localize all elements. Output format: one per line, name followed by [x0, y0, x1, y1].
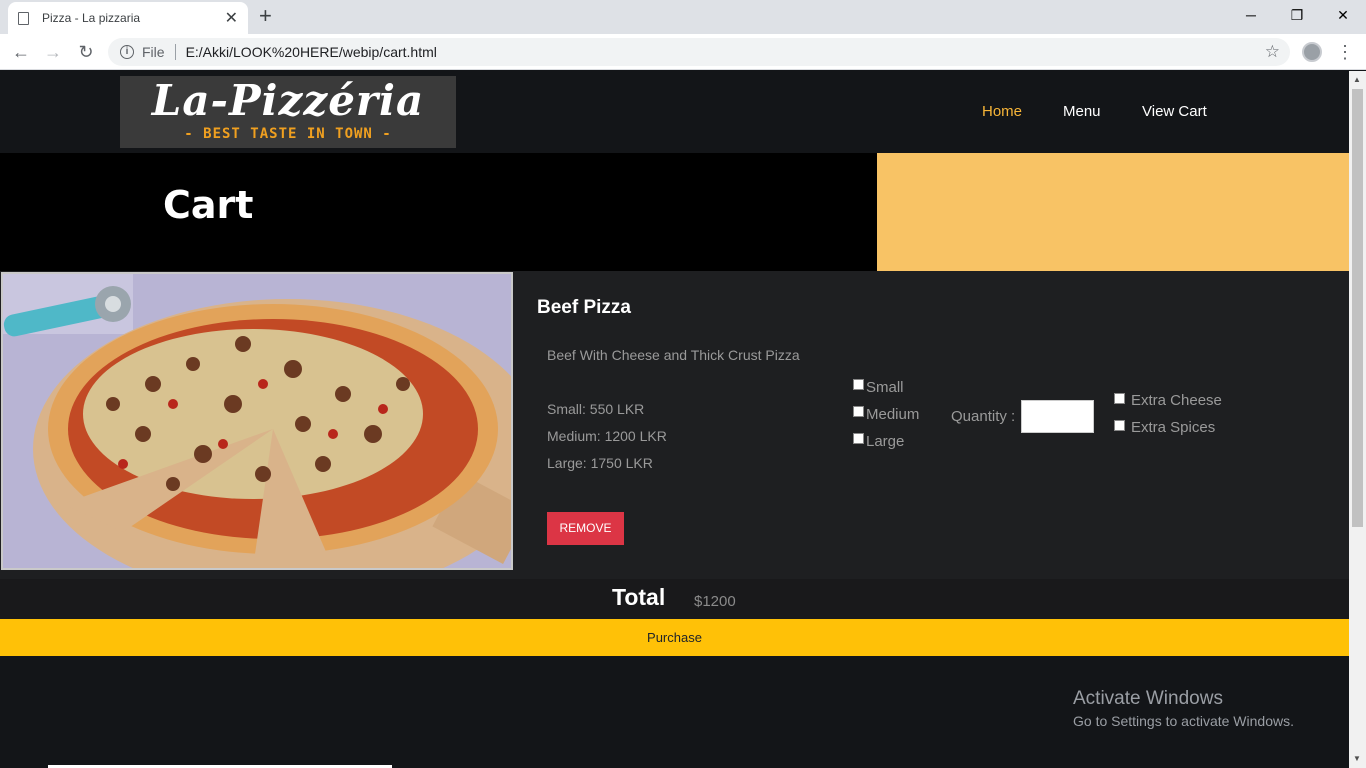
url-text[interactable]: E:/Akki/LOOK%20HERE/webip/cart.html [186, 44, 1265, 60]
quantity-input[interactable] [1021, 400, 1094, 433]
logo-tagline: - BEST TASTE IN TOWN - [184, 126, 392, 142]
total-row: Total $1200 [0, 579, 1349, 619]
product-name: Beef Pizza [537, 297, 631, 318]
total-value: $1200 [694, 593, 736, 610]
logo-name: La-Pizzéria [151, 76, 425, 125]
size-small-checkbox[interactable] [853, 379, 864, 390]
extra-cheese-checkbox[interactable] [1114, 393, 1125, 404]
page-viewport: La-Pizzéria - BEST TASTE IN TOWN - Home … [0, 71, 1349, 768]
price-large: Large: 1750 LKR [547, 455, 653, 471]
price-small: Small: 550 LKR [547, 401, 645, 417]
size-large-label: Large [866, 433, 905, 450]
price-medium: Medium: 1200 LKR [547, 428, 667, 444]
size-option-medium[interactable]: Medium [853, 406, 919, 423]
reload-icon[interactable]: ↻ [73, 39, 99, 65]
browser-tab[interactable]: Pizza - La pizzaria ✕ [8, 2, 248, 34]
hero-accent-block [877, 153, 1349, 271]
site-logo[interactable]: La-Pizzéria - BEST TASTE IN TOWN - [120, 76, 456, 148]
size-medium-checkbox[interactable] [853, 406, 864, 417]
scroll-up-icon[interactable]: ▲ [1353, 75, 1361, 84]
hero-banner [0, 153, 877, 271]
tab-title: Pizza - La pizzaria [42, 11, 141, 25]
page-title: Cart [163, 183, 254, 227]
extra-spices-option[interactable]: Extra Spices [1114, 419, 1215, 436]
nav-view-cart[interactable]: View Cart [1142, 103, 1207, 120]
quantity-label: Quantity : [951, 408, 1016, 425]
back-icon[interactable]: ← [8, 39, 34, 65]
extra-cheese-label: Extra Cheese [1131, 392, 1222, 409]
browser-toolbar: ← → ↻ i File E:/Akki/LOOK%20HERE/webip/c… [0, 34, 1366, 70]
info-icon[interactable]: i [120, 45, 134, 59]
site-header: La-Pizzéria - BEST TASTE IN TOWN - Home … [0, 71, 1349, 153]
size-option-small[interactable]: Small [853, 379, 904, 396]
watermark-subtitle: Go to Settings to activate Windows. [1073, 713, 1294, 729]
page-icon [18, 11, 29, 25]
page-scrollbar[interactable]: ▲ ▼ [1349, 71, 1366, 768]
remove-button[interactable]: REMOVE [547, 512, 624, 545]
total-label: Total [612, 584, 666, 610]
cart-item: Beef Pizza Beef With Cheese and Thick Cr… [0, 271, 1349, 579]
size-large-checkbox[interactable] [853, 433, 864, 444]
product-description: Beef With Cheese and Thick Crust Pizza [547, 347, 800, 363]
nav-menu[interactable]: Menu [1063, 103, 1101, 120]
extra-spices-checkbox[interactable] [1114, 420, 1125, 431]
bookmark-star-icon[interactable]: ☆ [1265, 42, 1280, 62]
address-bar[interactable]: i File E:/Akki/LOOK%20HERE/webip/cart.ht… [108, 38, 1290, 66]
scroll-down-icon[interactable]: ▼ [1353, 754, 1361, 763]
omnibox-divider [174, 44, 176, 60]
file-label: File [142, 44, 165, 60]
size-small-label: Small [866, 379, 904, 396]
forward-icon[interactable]: → [40, 39, 66, 65]
extra-spices-label: Extra Spices [1131, 419, 1216, 436]
purchase-button[interactable]: Purchase [0, 619, 1349, 656]
browser-menu-icon[interactable]: ⋮ [1336, 40, 1354, 64]
pizza-illustration [3, 274, 511, 568]
extra-cheese-option[interactable]: Extra Cheese [1114, 392, 1222, 409]
tab-close-icon[interactable]: ✕ [225, 8, 238, 28]
windows-activation-watermark: Activate Windows Go to Settings to activ… [1073, 688, 1294, 729]
browser-tabstrip: Pizza - La pizzaria ✕ + ─ ❐ ✕ [0, 0, 1366, 34]
watermark-title: Activate Windows [1073, 688, 1223, 709]
size-medium-label: Medium [866, 406, 920, 423]
restore-button[interactable]: ❐ [1274, 4, 1320, 26]
extension-icon[interactable] [1302, 42, 1322, 62]
pizza-image [1, 272, 513, 570]
minimize-button[interactable]: ─ [1228, 4, 1274, 26]
scrollbar-thumb[interactable] [1352, 89, 1363, 527]
window-close-button[interactable]: ✕ [1320, 4, 1366, 26]
new-tab-button[interactable]: + [259, 4, 272, 28]
nav-home[interactable]: Home [982, 103, 1022, 120]
size-option-large[interactable]: Large [853, 433, 904, 450]
